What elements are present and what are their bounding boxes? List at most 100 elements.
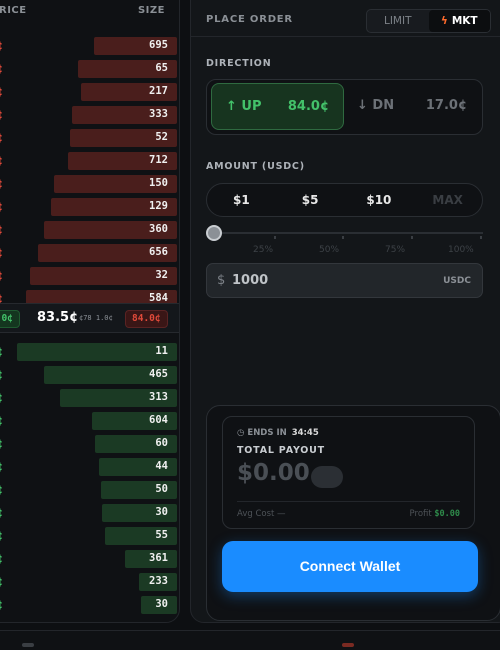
bid-size: 604 (149, 414, 168, 426)
lightning-icon: ϟ (440, 15, 448, 27)
ask-size: 32 (155, 269, 168, 281)
amount-slider[interactable] (206, 225, 483, 247)
ask-price: 3¢ (0, 86, 3, 98)
ask-row[interactable]: 0¢ 712 (0, 150, 179, 173)
bid-price: 2¢ (0, 369, 3, 381)
order-type-market-label: MKT (451, 15, 478, 27)
bid-price: 7¢ (0, 484, 3, 496)
direction-up-price: 84.0¢ (287, 99, 329, 114)
ask-size: 656 (149, 246, 168, 258)
bid-row[interactable]: 5¢ 55 (0, 525, 179, 548)
direction-down-price: 17.0¢ (425, 98, 467, 113)
direction-up-label: ↑ UP (226, 99, 262, 114)
payout-label: TOTAL PAYOUT (237, 445, 325, 456)
bid-price: 8¢ (0, 461, 3, 473)
bid-row[interactable]: 2¢ 30 (0, 594, 179, 617)
best-ask-chip[interactable]: 84.0¢ (125, 310, 168, 328)
preset-5-button[interactable]: $5 (276, 184, 345, 216)
amount-input[interactable]: $ 1000 USDC (206, 263, 483, 298)
ask-row[interactable]: 9¢ 150 (0, 173, 179, 196)
ask-rows: 5¢ 695 4¢ 65 3¢ 217 2¢ 333 1¢ 52 0¢ 712 9¢ 150 8¢ 129 7¢… (0, 35, 179, 311)
preset-max-button[interactable]: MAX (413, 184, 482, 216)
bid-row[interactable]: 9¢ 60 (0, 433, 179, 456)
summary-divider (237, 501, 460, 502)
slider-tick (342, 236, 344, 239)
bottom-panel (0, 630, 500, 650)
bid-rows: 3¢ 11 2¢ 465 1¢ 313 0¢ 604 9¢ 60 8¢ 44 7¢ 50 6¢ 30 5¢ 55 4… (0, 341, 179, 617)
ends-timer: 34:45 (291, 428, 319, 438)
bid-row[interactable]: 3¢ 233 (0, 571, 179, 594)
ask-price: 4¢ (0, 63, 3, 75)
order-type-market[interactable]: ϟ MKT (428, 10, 490, 32)
clock-icon: ◷ (237, 428, 245, 438)
slider-thumb[interactable] (206, 225, 222, 241)
bid-depth-bar (17, 343, 177, 361)
bid-row[interactable]: 1¢ 313 (0, 387, 179, 410)
bid-price: 6¢ (0, 507, 3, 519)
mid-price: 83.5¢ (37, 310, 79, 325)
ask-row[interactable]: 5¢ 695 (0, 35, 179, 58)
bid-size: 30 (155, 598, 168, 610)
ask-size: 695 (149, 39, 168, 51)
bid-price: 5¢ (0, 530, 3, 542)
order-type-toggle: LIMIT ϟ MKT (366, 9, 491, 33)
ask-price: 8¢ (0, 201, 3, 213)
bid-row[interactable]: 0¢ 604 (0, 410, 179, 433)
ask-size: 52 (155, 131, 168, 143)
amount-value[interactable]: 1000 (232, 273, 268, 288)
ask-row[interactable]: 7¢ 360 (0, 219, 179, 242)
order-book: RICE SIZE 5¢ 695 4¢ 65 3¢ 217 2¢ 333 1¢ 52 0¢ 712 9¢… (0, 0, 180, 623)
payout-card: ◷ ENDS IN 34:45 TOTAL PAYOUT $0.00 Avg C… (222, 416, 475, 529)
order-type-limit[interactable]: LIMIT (367, 10, 429, 32)
bottom-panel-fragment (22, 643, 34, 647)
preset-1-button[interactable]: $1 (207, 184, 276, 216)
payout-multiplier-pill (311, 466, 343, 488)
ask-row[interactable]: 4¢ 65 (0, 58, 179, 81)
bid-row[interactable]: 7¢ 50 (0, 479, 179, 502)
order-type-limit-label: LIMIT (383, 15, 412, 27)
bid-row[interactable]: 6¢ 30 (0, 502, 179, 525)
ask-row[interactable]: 6¢ 656 (0, 242, 179, 265)
connect-wallet-button[interactable]: Connect Wallet (222, 541, 478, 592)
bid-price: 1¢ (0, 392, 3, 404)
ask-size: 150 (149, 177, 168, 189)
ask-size: 129 (149, 200, 168, 212)
ask-row[interactable]: 1¢ 52 (0, 127, 179, 150)
preset-10-button[interactable]: $10 (345, 184, 414, 216)
bid-row[interactable]: 4¢ 361 (0, 548, 179, 571)
ask-row[interactable]: 5¢ 32 (0, 265, 179, 288)
order-panel: PLACE ORDER LIMIT ϟ MKT DIRECTION ↑ UP 84… (190, 0, 500, 623)
bid-price: 4¢ (0, 553, 3, 565)
bid-size: 361 (149, 552, 168, 564)
ask-row[interactable]: 8¢ 129 (0, 196, 179, 219)
bid-row[interactable]: 8¢ 44 (0, 456, 179, 479)
ask-row[interactable]: 3¢ 217 (0, 81, 179, 104)
bottom-panel-fragment (342, 643, 354, 647)
bid-size: 60 (155, 437, 168, 449)
profit-value: $0.00 (434, 509, 460, 519)
ends-label: ENDS IN (247, 428, 287, 438)
order-book-header: RICE SIZE (0, 1, 179, 23)
bid-size: 55 (155, 529, 168, 541)
slider-label-25: 25% (253, 245, 274, 255)
slider-label-50: 50% (319, 245, 340, 255)
ask-price: 2¢ (0, 109, 3, 121)
profit-label: Profit (409, 509, 432, 519)
ask-price: 6¢ (0, 247, 3, 259)
direction-up-button[interactable]: ↑ UP 84.0¢ (211, 83, 344, 130)
ask-size: 217 (149, 85, 168, 97)
slider-tick (411, 236, 413, 239)
bid-price: 2¢ (0, 599, 3, 611)
bid-row[interactable]: 2¢ 465 (0, 364, 179, 387)
best-bid-chip[interactable]: 4.0¢ (0, 310, 20, 328)
price-column-header: RICE (0, 5, 27, 16)
ask-price: 5¢ (0, 40, 3, 52)
avg-cost: Avg Cost — (237, 509, 286, 519)
bid-size: 313 (149, 391, 168, 403)
bid-size: 30 (155, 506, 168, 518)
direction-down-label: ↓ DN (357, 98, 395, 113)
bid-row[interactable]: 3¢ 11 (0, 341, 179, 364)
ends-in: ◷ ENDS IN 34:45 (237, 428, 319, 438)
ask-row[interactable]: 2¢ 333 (0, 104, 179, 127)
order-panel-header: PLACE ORDER LIMIT ϟ MKT (191, 1, 500, 37)
